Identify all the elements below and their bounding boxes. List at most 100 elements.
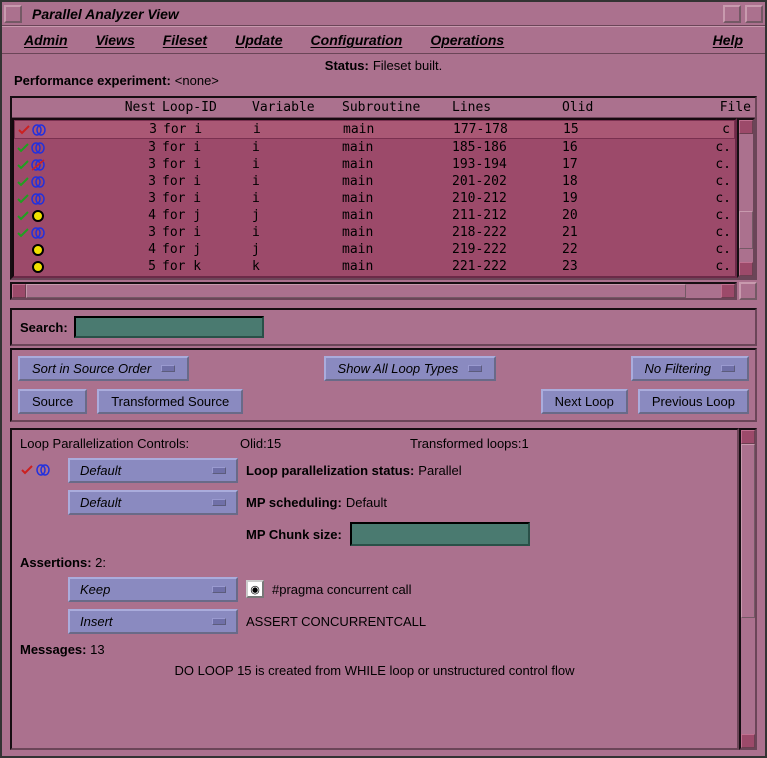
cell-subroutine: main xyxy=(342,140,452,155)
sort-order-dropdown[interactable]: Sort in Source Order xyxy=(18,356,189,381)
menu-help[interactable]: Help xyxy=(699,28,757,52)
scroll-down-arrow-icon[interactable] xyxy=(741,734,755,748)
row-status-icons xyxy=(14,191,72,206)
panel-vscrollbar[interactable] xyxy=(739,428,757,750)
table-row[interactable]: 5 for kkmain221-22223c. xyxy=(14,258,735,275)
menu-admin[interactable]: Admin xyxy=(10,28,82,52)
source-button[interactable]: Source xyxy=(18,389,87,414)
scheduling-dropdown[interactable]: Default xyxy=(68,490,238,515)
row-status-icons xyxy=(14,225,72,240)
loop-table-body[interactable]: 3for iimain177-17815c3for iimain185-1861… xyxy=(12,118,737,278)
maximize-button[interactable] xyxy=(745,5,763,23)
dropdown-indicator-icon xyxy=(721,365,735,372)
col-file: File xyxy=(642,100,755,115)
search-input[interactable] xyxy=(74,316,264,338)
cell-olid: 21 xyxy=(562,225,642,240)
col-nest: Nest xyxy=(72,100,162,115)
chunk-size-label: MP Chunk size: xyxy=(246,527,342,542)
cell-olid: 17 xyxy=(562,157,642,172)
check-green-icon xyxy=(16,210,30,222)
menu-update[interactable]: Update xyxy=(221,28,296,52)
scroll-track[interactable] xyxy=(739,134,753,262)
dropdown-indicator-icon xyxy=(212,618,226,625)
cell-file: c. xyxy=(642,242,735,257)
table-row[interactable]: 3for iimain218-22221c. xyxy=(14,224,735,241)
check-green-icon xyxy=(16,159,30,171)
scheduling-btn-label: Default xyxy=(80,495,121,510)
table-hscrollbar[interactable] xyxy=(10,282,737,300)
loop-parallelization-panel: Loop Parallelization Controls: Olid:15 T… xyxy=(10,428,739,750)
cell-olid: 20 xyxy=(562,208,642,223)
next-loop-button[interactable]: Next Loop xyxy=(541,389,628,414)
message-text: DO LOOP 15 is created from WHILE loop or… xyxy=(20,663,729,678)
perf-experiment-value: <none> xyxy=(175,73,219,88)
assertion-info-icon[interactable]: ◉ xyxy=(246,580,264,598)
chunk-size-input[interactable] xyxy=(350,522,530,546)
loop-table-header: Nest Loop-ID Variable Subroutine Lines O… xyxy=(12,98,755,118)
table-row[interactable]: 3for iimain193-19417c. xyxy=(14,156,735,173)
table-row[interactable]: 3for iimain177-17815c xyxy=(14,120,735,139)
cell-subroutine: main xyxy=(342,208,452,223)
filtering-dropdown[interactable]: No Filtering xyxy=(631,356,749,381)
scroll-corner-button[interactable] xyxy=(739,282,757,300)
minimize-button[interactable] xyxy=(723,5,741,23)
assertion-insert-dropdown[interactable]: Insert xyxy=(68,609,238,634)
cell-olid: 22 xyxy=(562,242,642,257)
check-green-icon xyxy=(16,193,30,205)
messages-header: Messages: 13 xyxy=(20,642,729,657)
table-row[interactable]: 3for iimain201-20218c. xyxy=(14,173,735,190)
loop-table: Nest Loop-ID Variable Subroutine Lines O… xyxy=(10,96,757,280)
scroll-track[interactable] xyxy=(741,444,755,734)
check-green-icon xyxy=(16,227,30,239)
scroll-left-arrow-icon[interactable] xyxy=(12,284,26,298)
main-window: Parallel Analyzer View Admin Views Files… xyxy=(0,0,767,758)
cell-variable: i xyxy=(253,122,343,137)
dropdown-indicator-icon xyxy=(212,467,226,474)
cell-nest: 4 xyxy=(72,208,162,223)
hscroll-track[interactable] xyxy=(26,284,721,298)
table-row[interactable]: 3for iimain185-18616c. xyxy=(14,139,735,156)
cell-variable: i xyxy=(252,174,342,189)
dropdown-indicator-icon xyxy=(161,365,175,372)
menubar: Admin Views Fileset Update Configuration… xyxy=(2,26,765,54)
parallelization-status-dropdown[interactable]: Default xyxy=(68,458,238,483)
check-green-icon xyxy=(16,142,30,154)
cell-file: c. xyxy=(642,140,735,155)
cell-subroutine: main xyxy=(342,174,452,189)
transformed-source-button[interactable]: Transformed Source xyxy=(97,389,243,414)
menu-fileset[interactable]: Fileset xyxy=(149,28,221,52)
menu-configuration[interactable]: Configuration xyxy=(297,28,417,52)
table-row[interactable]: 3for iimain210-21219c. xyxy=(14,190,735,207)
table-vscrollbar[interactable] xyxy=(737,118,755,278)
rings-blue-icon xyxy=(31,227,45,239)
menu-operations[interactable]: Operations xyxy=(416,28,518,52)
loop-types-dropdown[interactable]: Show All Loop Types xyxy=(324,356,497,381)
scroll-down-arrow-icon[interactable] xyxy=(739,262,753,276)
menu-views[interactable]: Views xyxy=(82,28,149,52)
previous-loop-button[interactable]: Previous Loop xyxy=(638,389,749,414)
hscroll-thumb[interactable] xyxy=(26,284,686,298)
perf-experiment-label: Performance experiment: xyxy=(14,73,171,88)
scroll-right-arrow-icon[interactable] xyxy=(721,284,735,298)
col-lines: Lines xyxy=(452,100,562,115)
col-variable: Variable xyxy=(252,100,342,115)
loop-transformed-count: Transformed loops:1 xyxy=(410,436,529,451)
ring-yellow-icon xyxy=(31,244,45,256)
status-value: Fileset built. xyxy=(373,58,442,73)
table-row[interactable]: 4 for jjmain219-22222c. xyxy=(14,241,735,258)
scroll-up-arrow-icon[interactable] xyxy=(741,430,755,444)
scroll-thumb[interactable] xyxy=(741,444,755,618)
assertion-keep-dropdown[interactable]: Keep xyxy=(68,577,238,602)
cell-olid: 15 xyxy=(563,122,643,137)
parallelization-status-value: Parallel xyxy=(418,463,461,478)
cell-subroutine: main xyxy=(342,157,452,172)
cell-subroutine: main xyxy=(342,242,452,257)
window-menu-button[interactable] xyxy=(4,5,22,23)
assertion-insert-label: Insert xyxy=(80,614,113,629)
row-status-icons xyxy=(15,122,73,137)
scroll-up-arrow-icon[interactable] xyxy=(739,120,753,134)
row-status-icons xyxy=(14,259,72,274)
table-row[interactable]: 4 for jjmain211-21220c. xyxy=(14,207,735,224)
col-subroutine: Subroutine xyxy=(342,100,452,115)
scroll-thumb[interactable] xyxy=(739,211,753,249)
